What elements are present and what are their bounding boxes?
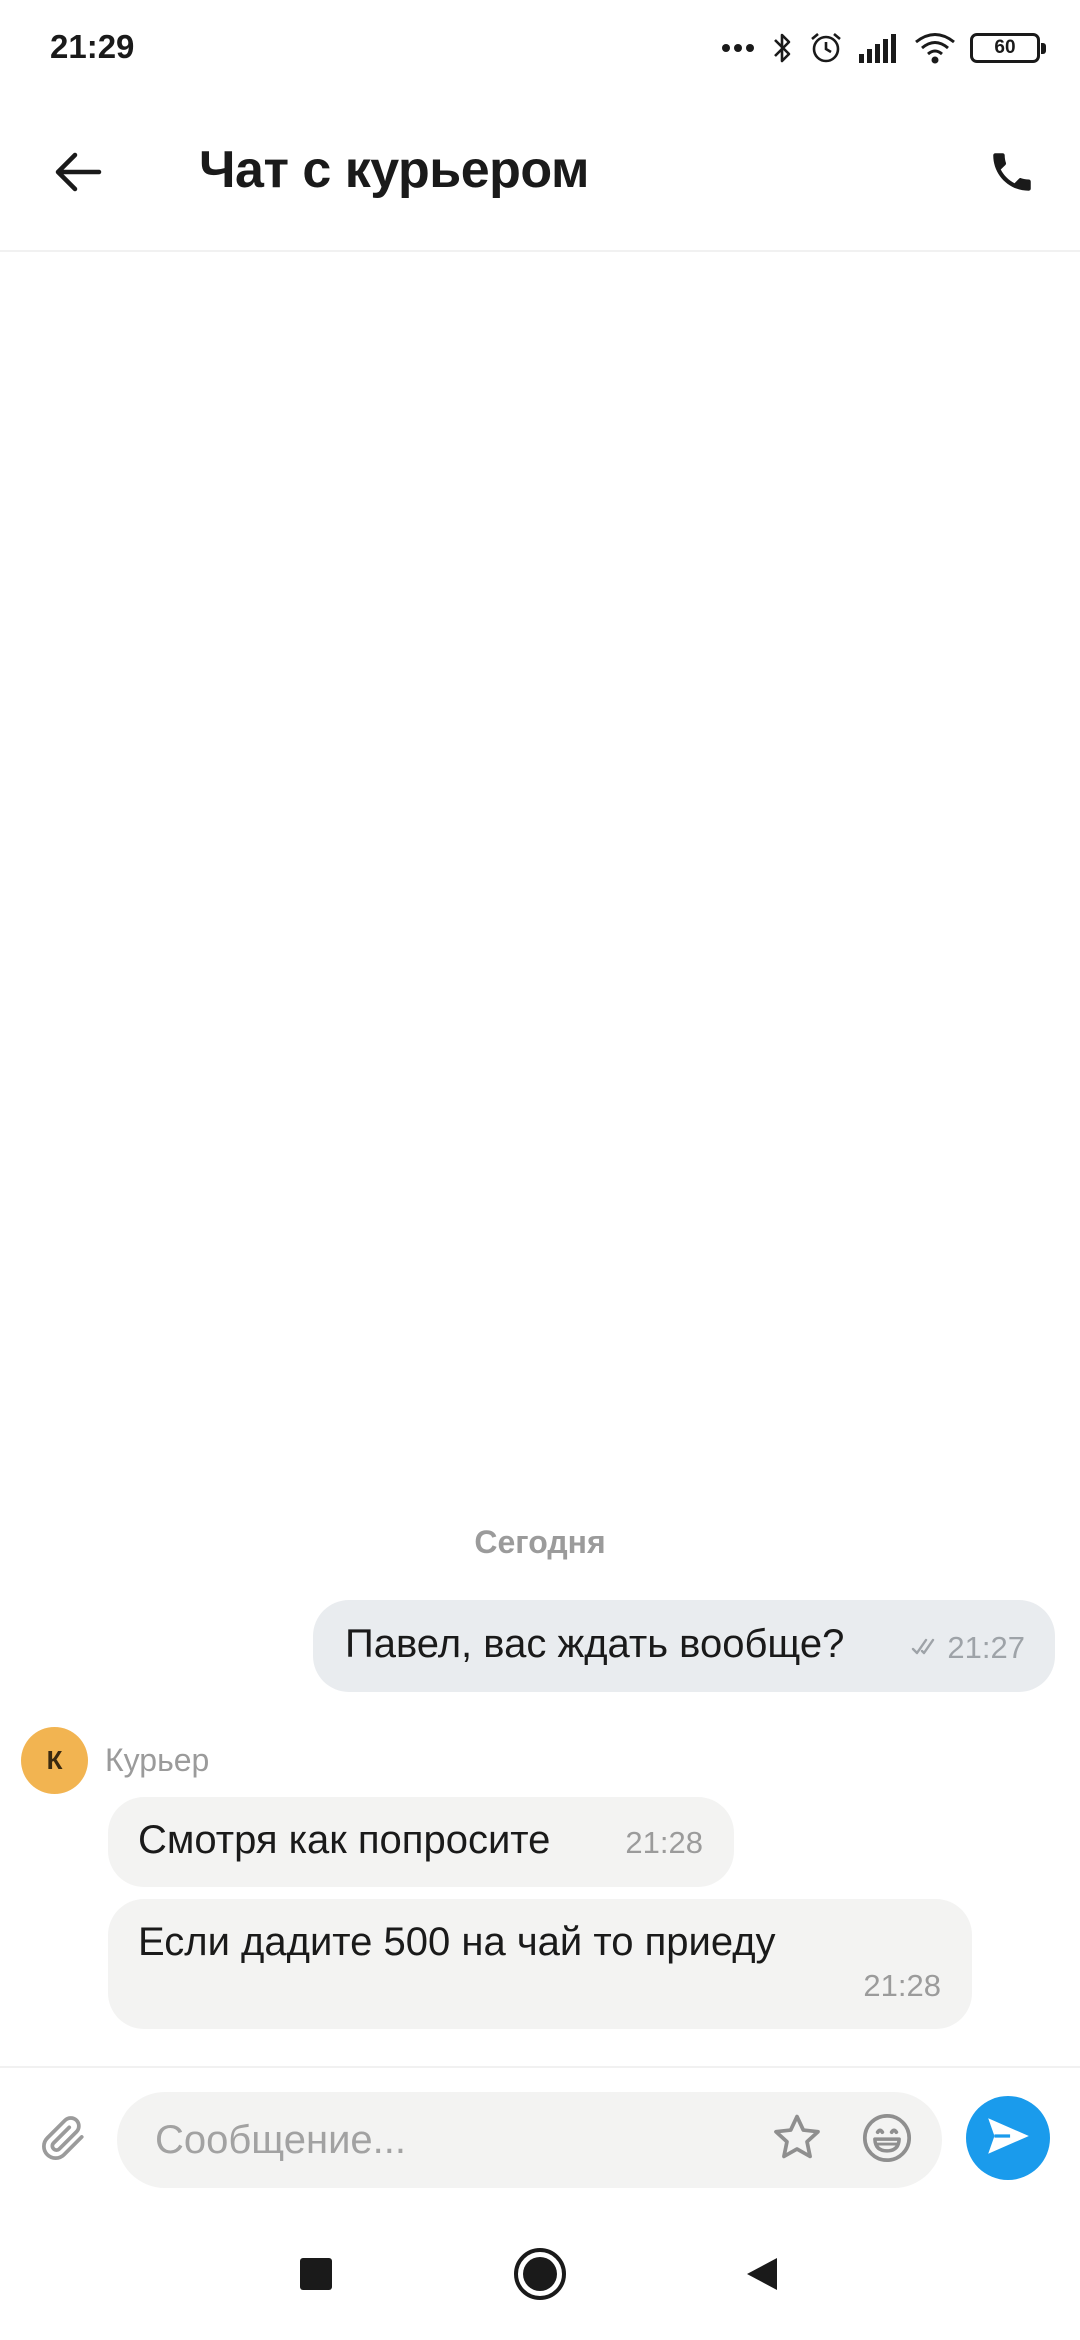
emoji-icon — [859, 2110, 915, 2171]
wifi-icon — [914, 31, 956, 65]
attach-button[interactable] — [32, 2108, 96, 2172]
outgoing-message[interactable]: Павел, вас ждать вообще? 21:27 — [313, 1600, 1055, 1692]
system-nav-bar — [0, 2210, 1080, 2340]
date-divider: Сегодня — [474, 1524, 606, 1560]
status-icons: 60 — [720, 26, 1046, 70]
message-text: Смотря как попросите — [138, 1818, 551, 1862]
home-button[interactable] — [514, 2248, 566, 2300]
battery-level: 60 — [994, 37, 1016, 58]
call-button[interactable] — [974, 136, 1050, 212]
send-button[interactable] — [966, 2096, 1050, 2180]
incoming-message[interactable]: Если дадите 500 на чай то приеду 21:28 — [108, 1899, 972, 2029]
message-text: Если дадите 500 на чай то приеду — [138, 1920, 776, 1964]
message-time: 21:27 — [947, 1630, 1025, 1665]
avatar[interactable]: К — [21, 1727, 88, 1794]
double-check-icon — [911, 1630, 943, 1666]
message-time: 21:28 — [863, 1968, 941, 2003]
paperclip-icon — [39, 2113, 89, 2168]
incoming-message[interactable]: Смотря как попросите 21:28 — [108, 1797, 734, 1887]
send-icon — [983, 2111, 1033, 2166]
emoji-button[interactable] — [857, 2110, 917, 2170]
recents-button[interactable] — [300, 2258, 332, 2290]
app-bar: Чат с курьером — [0, 96, 1080, 252]
sender-name: Курьер — [105, 1742, 210, 1778]
favorite-button[interactable] — [767, 2110, 827, 2170]
system-back-button[interactable] — [744, 2256, 780, 2292]
message-time: 21:28 — [625, 1825, 703, 1860]
back-button[interactable] — [40, 136, 116, 212]
triangle-back-icon — [747, 2258, 777, 2290]
alarm-icon — [808, 30, 844, 66]
composer-bar — [0, 2066, 1080, 2210]
message-meta: 21:27 — [911, 1630, 1025, 1666]
signal-icon — [858, 32, 900, 64]
battery-icon: 60 — [970, 33, 1046, 63]
star-icon — [769, 2110, 825, 2171]
arrow-left-icon — [53, 150, 103, 199]
message-text: Павел, вас ждать вообще? — [345, 1622, 845, 1666]
phone-icon — [987, 147, 1037, 202]
message-input[interactable] — [155, 2092, 715, 2188]
more-dots-icon — [720, 42, 756, 54]
status-time: 21:29 — [50, 28, 135, 65]
status-bar: 21:29 60 — [0, 0, 1080, 96]
bluetooth-icon — [770, 30, 794, 66]
message-field — [117, 2092, 942, 2188]
page-title: Чат с курьером — [199, 141, 589, 199]
